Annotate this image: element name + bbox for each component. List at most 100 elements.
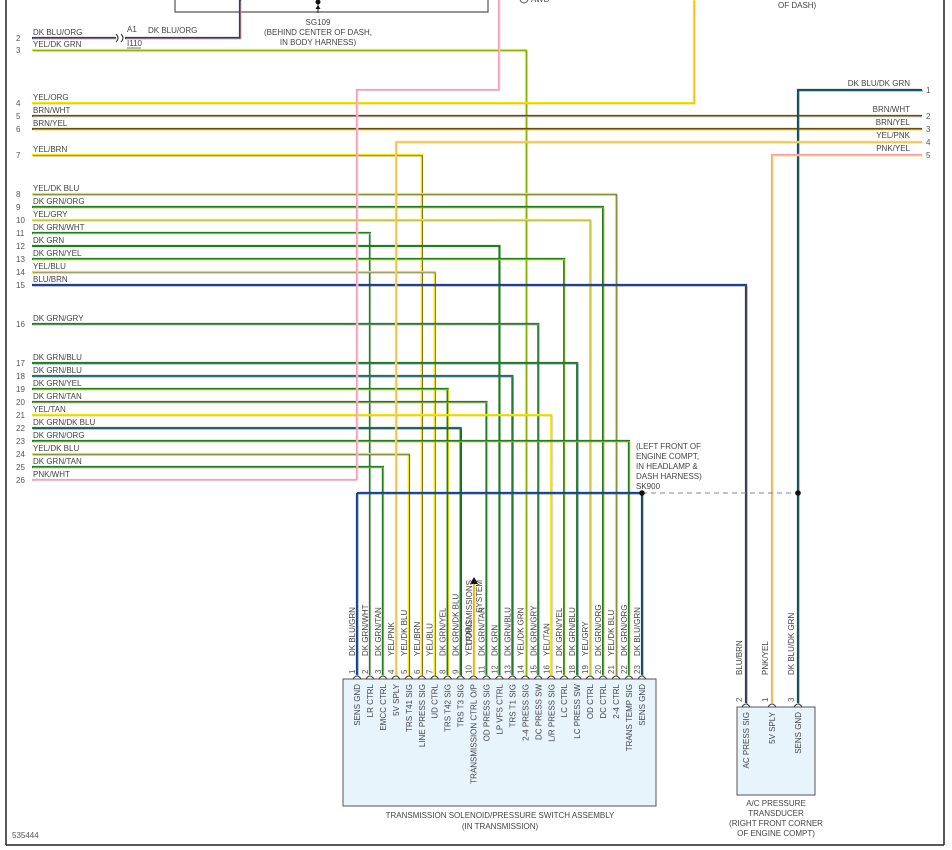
wire-left-8 [32,192,618,676]
wire-left-6 [32,127,923,131]
left-cavity-number: 2 [16,34,21,43]
right-cavity-number: 5 [926,151,931,160]
wire-left-23 [32,439,631,676]
left-cavity-number: 6 [16,125,21,134]
wire-base [32,218,592,675]
sk900-location: ENGINE COMPT, [636,452,699,461]
left-wire-label: DK GRN/ORG [33,197,85,206]
pin-wire-label: DK BLU/GRN [348,607,357,656]
left-cavity-number: 20 [16,398,25,407]
sg109-label: SG109 [306,18,331,27]
sg109-location: (BEHIND CENTER OF DASH, [264,28,372,37]
left-wire-label: DK GRN/WHT [33,223,85,232]
left-wire-label: DK GRN/BLU [33,353,82,362]
pin-wire-label: DK GRN/GRY [529,605,538,656]
sg109-splice-dot [315,0,321,5]
wire-right-1 [796,88,923,704]
wire-left-26 [32,478,358,482]
ac-transducer-title: TRANSDUCER [748,809,804,818]
pin-number: 13 [503,665,512,674]
wire-base [32,244,501,675]
ac-transducer-title: A/C PRESSURE [746,799,806,808]
pin-wire-label: YEL/DK BLU [607,610,616,656]
wire-pin-1 [355,493,359,676]
left-cavity-number: 17 [16,359,25,368]
left-wire-label: DK GRN/YEL [33,379,82,388]
awd-label: AWD [531,0,550,4]
left-cavity-number: 26 [16,476,25,485]
pin-number: 22 [620,665,629,674]
left-wire-label: YEL/ORG [33,93,69,102]
left-cavity-number: 15 [16,281,25,290]
pin-function-label: LR CTRL [366,683,375,717]
ac-pin-wire-label: BLU/BRN [735,640,744,675]
wire-tracer [32,467,385,676]
pin-function-label: LINE PRESS SIG [418,684,427,747]
pin-wire-label: YEL/GRY [581,621,590,656]
right-wire-label: PNK/YEL [876,144,910,153]
wire-base [32,465,384,675]
pin-number: 15 [529,665,538,674]
wire-base [355,0,501,480]
pin-number: 19 [581,665,590,674]
left-wire-label: YEL/BLU [33,262,66,271]
left-cavity-number: 11 [16,229,25,238]
wire-left-4 [32,0,696,105]
left-cavity-number: 23 [16,437,25,446]
right-cavity-number: 3 [926,125,931,134]
pin-wire-label: DK GRN/DK BLU [452,594,461,656]
pin-number: 17 [555,665,564,674]
pin-function-label: OD CTRL [586,683,595,719]
left-wire-label: YEL/DK BLU [33,184,79,193]
left-cavity-number: 5 [16,112,21,121]
left-cavity-number: 12 [16,242,25,251]
right-wire-label: BRN/WHT [873,105,910,114]
wire-left-5 [32,114,923,118]
ac-pin-number: 2 [735,697,744,702]
inline-connector-icon [115,33,124,43]
pin-number: 20 [594,665,603,674]
pin-number: 6 [413,669,422,674]
pin-function-label: TRS T3 SIG [457,684,466,727]
solenoid-assembly-title: TRANSMISSION SOLENOID/PRESSURE SWITCH AS… [386,811,615,820]
pin-number: 18 [568,665,577,674]
wire-base [32,192,618,675]
left-cavity-number: 21 [16,411,25,420]
pin-number: 11 [478,665,487,674]
left-cavity-number: 19 [16,385,25,394]
wiring-diagram: SG109(BEHIND CENTER OF DASH,IN BODY HARN… [5,0,945,846]
pin-function-label: SENS GND [638,684,647,726]
left-wire-label: DK GRN/TAN [33,457,82,466]
left-cavity-number: 25 [16,463,25,472]
pin-function-label: 2-4 PRESS SIG [521,684,530,741]
wire-tracer [357,0,501,481]
connector-i110-label: I110 [127,39,143,48]
pin-wire-label: DK GRN/TAN [478,607,487,656]
ac-pin-function-label: AC PRESS SIG [742,712,751,768]
pin-number: 5 [400,669,409,674]
pin-function-label: TRANS TEMP SIG [625,684,634,751]
pin-number: 21 [607,665,616,674]
pin-wire-label: YEL/BRN [413,622,422,656]
pin-number: 3 [374,669,383,674]
wire-base [32,0,696,105]
pin-function-label: TRS T1 SIG [508,684,517,727]
pin-wire-label: YEL/DK GRN [516,607,525,656]
solenoid-assembly-subtitle: (IN TRANSMISSION) [462,822,539,831]
pin-number: 10 [465,665,474,674]
wire-pnk-from-top [355,0,501,481]
left-cavity-number: 24 [16,450,25,459]
pin-number: 1 [348,669,357,674]
right-cavity-number: 2 [926,112,931,121]
pin-wire-label: DK GRN/YEL [439,607,448,656]
pin-wire-label: DK BLU/GRN [633,607,642,656]
left-wire-label: YEL/GRY [33,210,68,219]
pin-function-label: DC PRESS SW [534,684,543,740]
pin-wire-label: DK GRN/YEL [555,607,564,656]
left-cavity-number: 4 [16,99,21,108]
sk900-splice-dot [639,490,645,496]
right-location-label: OF DASH) [778,1,817,10]
left-wire-label: DK GRN/BLU [33,366,82,375]
left-wire-label: BLU/BRN [33,275,68,284]
pin-wire-label: YEL/PNK [387,622,396,656]
